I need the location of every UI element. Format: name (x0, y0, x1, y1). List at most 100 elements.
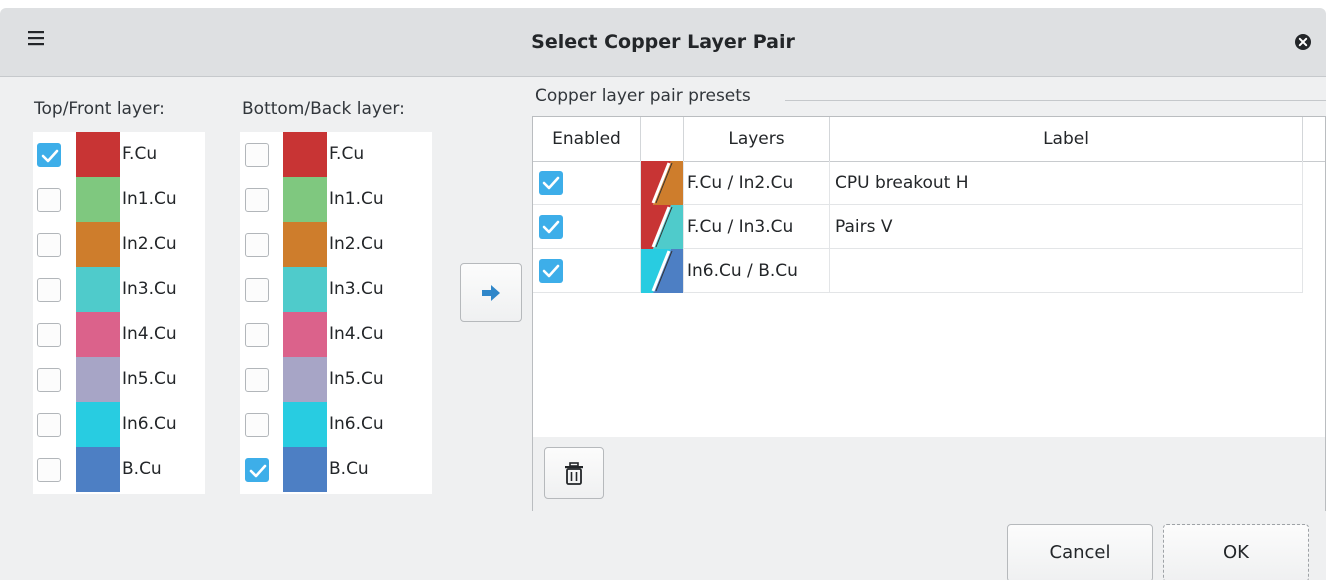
layer-checkbox[interactable] (37, 233, 61, 257)
table-row[interactable]: In6.Cu / B.Cu (533, 249, 1303, 293)
preset-layers: F.Cu / In3.Cu (687, 217, 794, 237)
add-pair-button[interactable] (460, 263, 522, 322)
layer-color-swatch (76, 222, 120, 267)
preset-layers: F.Cu / In2.Cu (687, 173, 794, 193)
layer-checkbox[interactable] (37, 278, 61, 302)
table-row[interactable]: F.Cu / In3.Cu Pairs V (533, 205, 1303, 249)
layer-checkbox[interactable] (37, 368, 61, 392)
close-icon[interactable] (1293, 32, 1313, 52)
enabled-checkbox[interactable] (539, 259, 563, 283)
cancel-button[interactable]: Cancel (1007, 524, 1153, 580)
layer-row[interactable]: F.Cu (33, 132, 205, 177)
layer-row[interactable]: In3.Cu (240, 267, 432, 312)
layer-color-swatch (76, 177, 120, 222)
layer-row[interactable]: In5.Cu (240, 357, 432, 402)
presets-table: Enabled Layers Label F.Cu / In2.Cu CPU br… (532, 116, 1326, 511)
layer-name: In2.Cu (122, 234, 177, 254)
layer-checkbox[interactable] (245, 368, 269, 392)
layer-checkbox[interactable] (245, 323, 269, 347)
preset-label[interactable]: CPU breakout H (835, 161, 969, 205)
layer-name: In3.Cu (329, 279, 384, 299)
layer-name: B.Cu (329, 459, 369, 479)
layer-checkbox[interactable] (37, 458, 61, 482)
layer-name: F.Cu (122, 144, 158, 164)
layer-checkbox[interactable] (245, 233, 269, 257)
table-header: Enabled Layers Label (533, 117, 1325, 162)
layer-name: B.Cu (122, 459, 162, 479)
layer-row[interactable]: In3.Cu (33, 267, 205, 312)
layer-checkbox[interactable] (245, 458, 269, 482)
table-cell (830, 249, 1303, 293)
presets-group-title: Copper layer pair presets (535, 86, 755, 106)
column-header-label[interactable]: Label (830, 117, 1303, 161)
layer-checkbox[interactable] (245, 143, 269, 167)
layer-name: In3.Cu (122, 279, 177, 299)
layer-row[interactable]: In2.Cu (240, 222, 432, 267)
window-title: Select Copper Layer Pair (531, 31, 795, 53)
layer-row[interactable]: In6.Cu (240, 402, 432, 447)
layer-color-swatch (283, 222, 327, 267)
layer-name: In4.Cu (329, 324, 384, 344)
layer-pair-swatch (641, 161, 683, 205)
layer-checkbox[interactable] (37, 413, 61, 437)
layer-color-swatch (283, 357, 327, 402)
preset-layers: In6.Cu / B.Cu (687, 261, 798, 281)
layer-checkbox[interactable] (37, 188, 61, 212)
layer-checkbox[interactable] (245, 413, 269, 437)
layer-color-swatch (283, 447, 327, 492)
table-row[interactable]: F.Cu / In2.Cu CPU breakout H (533, 161, 1303, 205)
layer-name: In1.Cu (329, 189, 384, 209)
group-divider (785, 100, 1326, 101)
layer-color-swatch (76, 267, 120, 312)
delete-preset-button[interactable] (544, 447, 604, 499)
layer-row[interactable]: F.Cu (240, 132, 432, 177)
layer-color-swatch (76, 132, 120, 177)
layer-color-swatch (283, 312, 327, 357)
layer-color-swatch (76, 402, 120, 447)
layer-color-swatch (283, 402, 327, 447)
layer-row[interactable]: B.Cu (33, 447, 205, 492)
enabled-checkbox[interactable] (539, 171, 563, 195)
preset-label[interactable]: Pairs V (835, 205, 893, 249)
layer-checkbox[interactable] (37, 143, 61, 167)
layer-pair-swatch (641, 205, 683, 249)
layer-row[interactable]: In4.Cu (33, 312, 205, 357)
layer-name: In5.Cu (122, 369, 177, 389)
dialog-window: Select Copper Layer Pair Top/Front layer… (0, 8, 1326, 580)
layer-color-swatch (76, 357, 120, 402)
layer-name: In4.Cu (122, 324, 177, 344)
layer-checkbox[interactable] (245, 188, 269, 212)
top-layer-heading: Top/Front layer: (34, 99, 165, 119)
layer-checkbox[interactable] (37, 323, 61, 347)
layer-name: In6.Cu (329, 414, 384, 434)
column-header-enabled[interactable]: Enabled (533, 117, 641, 161)
titlebar: Select Copper Layer Pair (0, 8, 1326, 77)
layer-row[interactable]: In6.Cu (33, 402, 205, 447)
layer-row[interactable]: In2.Cu (33, 222, 205, 267)
layer-row[interactable]: In4.Cu (240, 312, 432, 357)
layer-color-swatch (76, 312, 120, 357)
layer-row[interactable]: In1.Cu (33, 177, 205, 222)
layer-row[interactable]: B.Cu (240, 447, 432, 492)
table-cell (830, 205, 1303, 249)
column-header-swatch[interactable] (641, 117, 684, 161)
layer-color-swatch (76, 447, 120, 492)
ok-button[interactable]: OK (1163, 524, 1309, 580)
column-header-layers[interactable]: Layers (684, 117, 830, 161)
layer-checkbox[interactable] (245, 278, 269, 302)
layer-color-swatch (283, 267, 327, 312)
layer-name: In2.Cu (329, 234, 384, 254)
layer-row[interactable]: In5.Cu (33, 357, 205, 402)
layer-name: In5.Cu (329, 369, 384, 389)
layer-color-swatch (283, 132, 327, 177)
layer-color-swatch (283, 177, 327, 222)
enabled-checkbox[interactable] (539, 215, 563, 239)
layer-name: In6.Cu (122, 414, 177, 434)
layer-row[interactable]: In1.Cu (240, 177, 432, 222)
bottom-layer-list: F.Cu In1.Cu In2.Cu In3.Cu In4.Cu In5.Cu In6.Cu… (240, 132, 432, 494)
layer-pair-swatch (641, 249, 683, 293)
layer-name: In1.Cu (122, 189, 177, 209)
top-layer-list: F.Cu In1.Cu In2.Cu In3.Cu In4.Cu In5.Cu In6.Cu… (33, 132, 205, 494)
layer-name: F.Cu (329, 144, 365, 164)
bottom-layer-heading: Bottom/Back layer: (242, 99, 405, 119)
